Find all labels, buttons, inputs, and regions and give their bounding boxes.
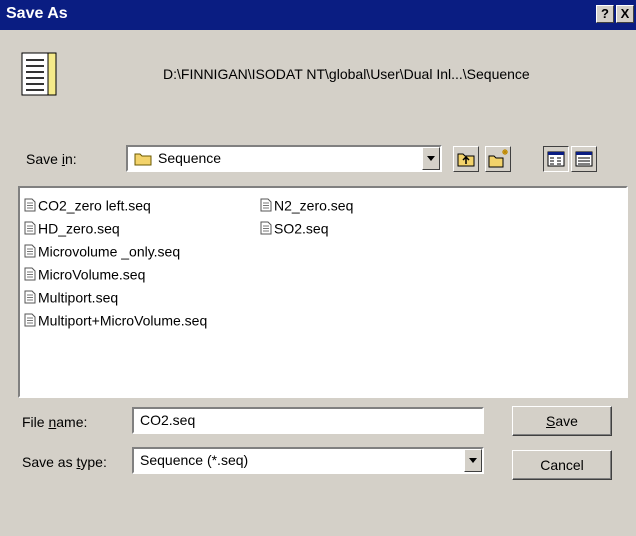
file-name-label: File name: xyxy=(22,414,88,430)
sequence-file-icon xyxy=(24,313,36,327)
list-view-button[interactable] xyxy=(543,146,569,172)
title-bar: Save As ? X xyxy=(0,0,636,30)
new-folder-icon xyxy=(488,149,508,168)
dialog-title: Save As xyxy=(6,5,68,22)
save-as-type-label: Save as type: xyxy=(22,454,107,470)
file-name-value: CO2.seq xyxy=(140,412,196,428)
save-as-type-value: Sequence (*.seq) xyxy=(140,452,249,468)
file-item[interactable]: MicroVolume.seq xyxy=(24,265,145,285)
file-item[interactable]: HD_zero.seq xyxy=(24,219,120,239)
save-in-dropdown-arrow[interactable] xyxy=(422,147,440,170)
create-new-folder-button[interactable] xyxy=(485,146,511,172)
save-button[interactable]: Save xyxy=(512,406,612,436)
file-item[interactable]: Multiport.seq xyxy=(24,288,118,308)
list-view-icon xyxy=(547,151,565,167)
current-path: D:\FINNIGAN\ISODAT NT\global\User\Dual I… xyxy=(163,66,530,82)
sequence-file-icon xyxy=(24,244,36,258)
up-one-level-button[interactable] xyxy=(453,146,479,172)
sequence-file-icon xyxy=(24,198,36,212)
save-in-value: Sequence xyxy=(158,150,222,166)
close-button[interactable]: X xyxy=(616,5,634,23)
sequence-file-icon xyxy=(260,221,272,235)
file-item[interactable]: SO2.seq xyxy=(260,219,328,239)
sequence-file-icon xyxy=(260,198,272,212)
cancel-button[interactable]: Cancel xyxy=(512,450,612,480)
help-button[interactable]: ? xyxy=(596,5,614,23)
file-item[interactable]: Multiport+MicroVolume.seq xyxy=(24,311,207,331)
file-item[interactable]: N2_zero.seq xyxy=(260,196,353,216)
save-in-label: Save in: xyxy=(26,151,77,167)
file-item[interactable]: CO2_zero left.seq xyxy=(24,196,151,216)
sequence-file-icon xyxy=(24,290,36,304)
save-as-dialog: Save As ? X D:\FINNIGAN\ISODAT NT\global… xyxy=(0,0,636,536)
sequence-file-icon xyxy=(24,221,36,235)
file-item[interactable]: Microvolume _only.seq xyxy=(24,242,180,262)
save-as-type-dropdown-arrow[interactable] xyxy=(464,449,482,472)
folder-icon xyxy=(134,153,152,166)
file-list[interactable]: CO2_zero left.seq HD_zero.seq Microvolum… xyxy=(18,186,628,398)
up-folder-icon xyxy=(457,153,475,167)
details-view-button[interactable] xyxy=(571,146,597,172)
file-name-input[interactable]: CO2.seq xyxy=(132,407,484,434)
save-as-type-dropdown[interactable]: Sequence (*.seq) xyxy=(132,447,484,474)
details-view-icon xyxy=(575,151,593,167)
save-in-dropdown[interactable]: Sequence xyxy=(126,145,442,172)
sequence-file-icon xyxy=(24,267,36,281)
document-icon xyxy=(21,52,57,96)
